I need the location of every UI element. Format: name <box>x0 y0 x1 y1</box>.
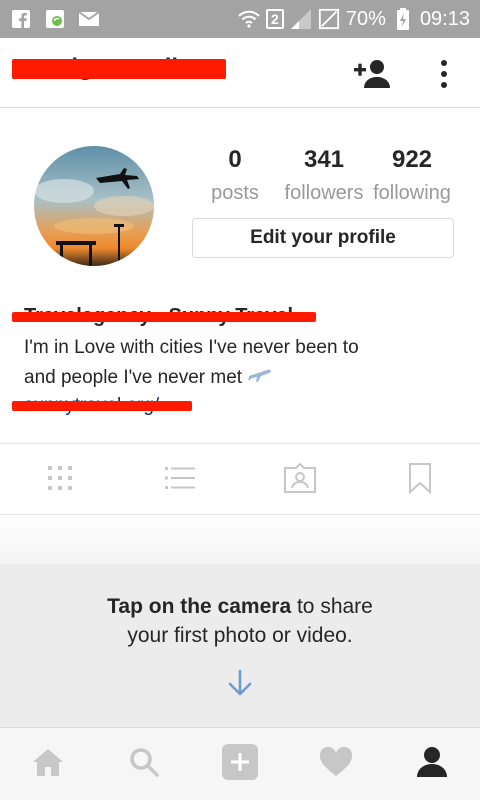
posts-label: posts <box>211 182 259 204</box>
posts-count: 0 <box>228 146 242 173</box>
bio-line-text: and people I've never met <box>24 367 243 388</box>
bookmark-icon <box>408 462 432 499</box>
bio-line: I'm in Love with cities I've never been … <box>24 337 359 358</box>
list-icon <box>164 465 196 496</box>
signal-icon <box>290 8 312 30</box>
tab-tagged-photos[interactable] <box>240 444 360 516</box>
redaction-bar <box>12 401 192 411</box>
nav-search[interactable] <box>96 728 192 801</box>
nav-home[interactable] <box>0 728 96 801</box>
sim-slot-badge: 2 <box>265 9 284 29</box>
clock: 09:13 <box>419 7 470 30</box>
stat-following[interactable]: 922 following <box>367 146 457 205</box>
mail-icon <box>78 8 100 30</box>
stat-followers[interactable]: 341 followers <box>279 146 369 205</box>
profile-view-tabs <box>0 443 480 515</box>
tab-grid-view[interactable] <box>0 444 120 516</box>
battery-percent: 70% <box>345 7 386 30</box>
add-user-icon[interactable] <box>352 58 392 90</box>
bottom-navigation <box>0 727 480 800</box>
add-icon <box>222 744 258 785</box>
tagged-photos-icon <box>283 462 317 499</box>
heart-icon <box>319 746 353 782</box>
sync-app-icon <box>44 8 66 30</box>
redaction-bar <box>12 312 316 322</box>
followers-label: followers <box>284 182 364 204</box>
followers-count: 341 <box>303 146 345 173</box>
wifi-icon <box>238 8 260 30</box>
empty-state-bold: Tap on the camera <box>107 595 292 618</box>
stat-posts: 0 posts <box>190 146 280 205</box>
home-icon <box>32 747 64 782</box>
search-icon <box>128 746 160 783</box>
empty-state: Tap on the camera to share your first ph… <box>0 564 480 727</box>
following-label: following <box>373 182 451 204</box>
tab-saved[interactable] <box>360 444 480 516</box>
profile-icon <box>416 746 448 783</box>
top-bar: travelgramnellos <box>0 38 480 108</box>
more-options-icon[interactable] <box>432 56 456 92</box>
facebook-icon <box>10 8 32 30</box>
nav-add[interactable] <box>192 728 288 801</box>
grid-icon <box>46 464 74 497</box>
empty-state-line2: your first photo or video. <box>127 624 353 647</box>
battery-charging-icon <box>392 8 414 30</box>
tab-list-view[interactable] <box>120 444 240 516</box>
no-sim-icon <box>318 8 340 30</box>
arrow-down-icon <box>226 668 254 698</box>
empty-state-gradient <box>0 516 480 564</box>
status-bar: 2 70% 09:13 <box>0 0 480 38</box>
avatar[interactable] <box>34 146 154 266</box>
redaction-bar <box>12 59 226 79</box>
empty-state-rest: to share <box>291 595 373 618</box>
empty-state-text: Tap on the camera to share your first ph… <box>0 592 480 650</box>
airplane-emoji-icon <box>247 367 273 388</box>
bio-line: and people I've never met <box>24 367 273 389</box>
nav-profile[interactable] <box>384 728 480 801</box>
nav-activity[interactable] <box>288 728 384 801</box>
following-count: 922 <box>391 146 433 173</box>
edit-profile-button[interactable]: Edit your profile <box>192 218 454 258</box>
